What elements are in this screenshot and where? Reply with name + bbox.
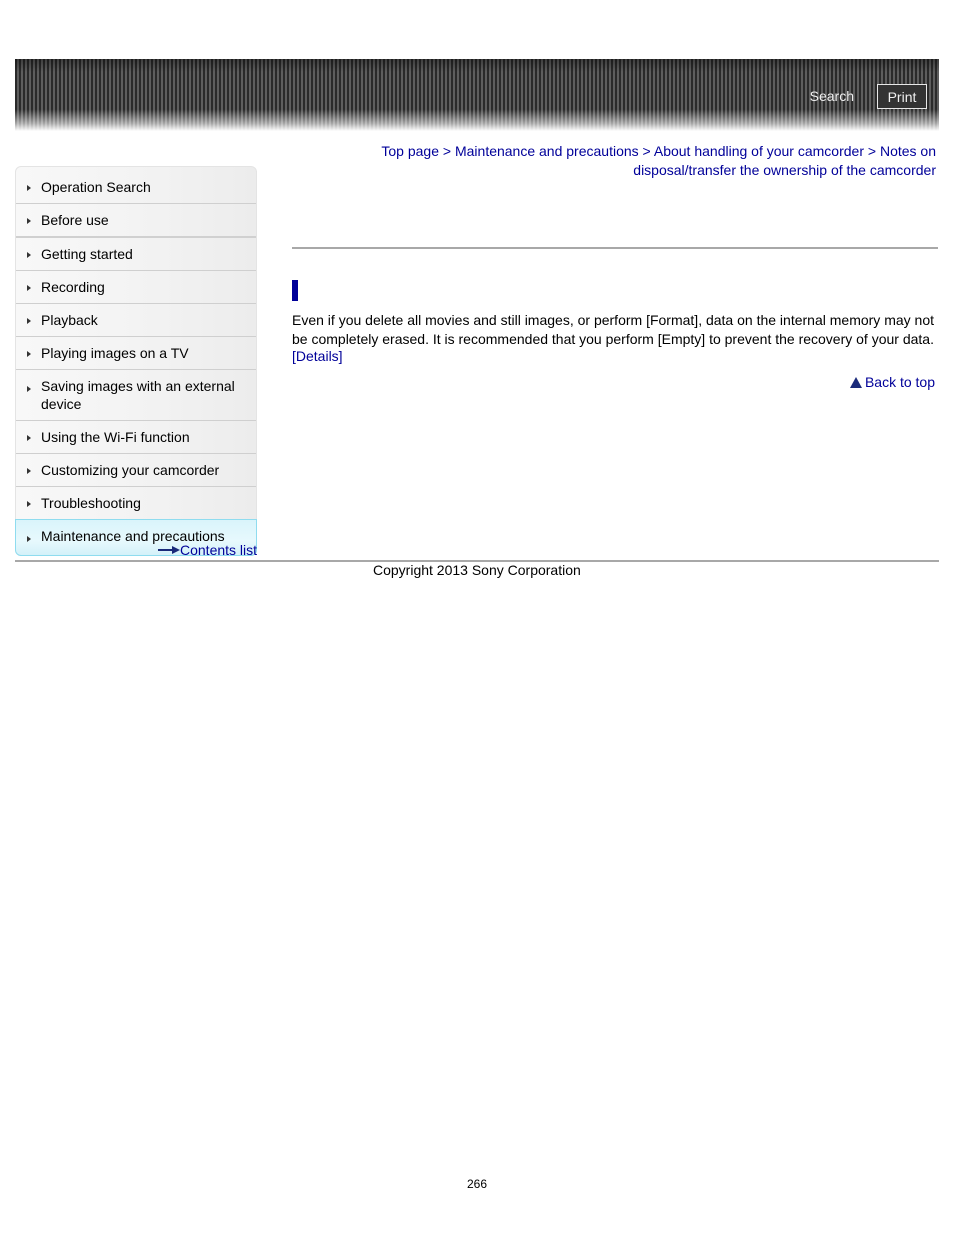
section-heading-marker — [292, 280, 298, 301]
sidebar-item-before-use[interactable]: Before use — [16, 204, 256, 238]
back-to-top-label: Back to top — [864, 374, 935, 390]
breadcrumb-separator: > — [867, 143, 877, 159]
arrow-right-icon — [158, 546, 180, 555]
sidebar-item-label: Playing images on a TV — [41, 345, 189, 361]
breadcrumb-separator: > — [642, 143, 651, 159]
breadcrumb-maintenance[interactable]: Maintenance and precautions — [455, 143, 639, 159]
sidebar-item-label: Getting started — [41, 246, 133, 262]
caret-right-icon — [27, 285, 31, 291]
caret-right-icon — [27, 468, 31, 474]
header-banner: Search Print — [15, 59, 939, 131]
sidebar-nav: Operation Search Before use Getting star… — [15, 166, 257, 556]
sidebar-item-customizing[interactable]: Customizing your camcorder — [16, 454, 256, 487]
page-number: 266 — [466, 1177, 488, 1191]
sidebar-item-saving-images[interactable]: Saving images with an external device — [16, 370, 256, 421]
caret-right-icon — [27, 185, 31, 191]
sidebar-item-playing-images-tv[interactable]: Playing images on a TV — [16, 337, 256, 370]
divider — [292, 247, 938, 249]
caret-right-icon — [27, 351, 31, 357]
details-link[interactable]: [Details] — [292, 348, 343, 364]
caret-right-icon — [27, 535, 31, 542]
sidebar-item-label: Operation Search — [41, 179, 151, 195]
caret-right-icon — [27, 501, 31, 507]
caret-right-icon — [27, 252, 31, 258]
sidebar-item-troubleshooting[interactable]: Troubleshooting — [16, 487, 256, 520]
print-button[interactable]: Print — [877, 84, 927, 109]
back-to-top-link[interactable]: Back to top — [849, 374, 935, 390]
sidebar-item-operation-search[interactable]: Operation Search — [16, 167, 256, 204]
sidebar-item-getting-started[interactable]: Getting started — [16, 238, 256, 271]
contents-list-link[interactable]: Contents list — [158, 542, 257, 558]
sidebar-item-label: Customizing your camcorder — [41, 462, 220, 478]
caret-right-icon — [27, 218, 31, 224]
breadcrumb-about-handling[interactable]: About handling of your camcorder — [654, 143, 864, 159]
sidebar-item-label: Saving images with an external device — [41, 378, 235, 412]
sidebar-item-wifi[interactable]: Using the Wi-Fi function — [16, 421, 256, 454]
sidebar-item-recording[interactable]: Recording — [16, 271, 256, 304]
triangle-up-icon — [849, 377, 862, 388]
sidebar-item-label: Before use — [41, 212, 109, 228]
sidebar-item-label: Recording — [41, 279, 105, 295]
sidebar-item-playback[interactable]: Playback — [16, 304, 256, 337]
sidebar-item-label: Playback — [41, 312, 98, 328]
caret-right-icon — [27, 435, 31, 441]
contents-list-label: Contents list — [180, 542, 258, 558]
sidebar-item-label: Troubleshooting — [41, 495, 141, 511]
breadcrumb: Top page > Maintenance and precautions >… — [360, 142, 936, 180]
breadcrumb-top-page[interactable]: Top page — [381, 143, 439, 159]
breadcrumb-separator: > — [442, 143, 452, 159]
caret-right-icon — [27, 386, 31, 392]
body-paragraph: Even if you delete all movies and still … — [292, 312, 934, 347]
caret-right-icon — [27, 318, 31, 324]
search-link[interactable]: Search — [810, 88, 854, 104]
sidebar-item-label: Using the Wi-Fi function — [41, 429, 190, 445]
copyright-text: Copyright 2013 Sony Corporation — [373, 562, 581, 578]
